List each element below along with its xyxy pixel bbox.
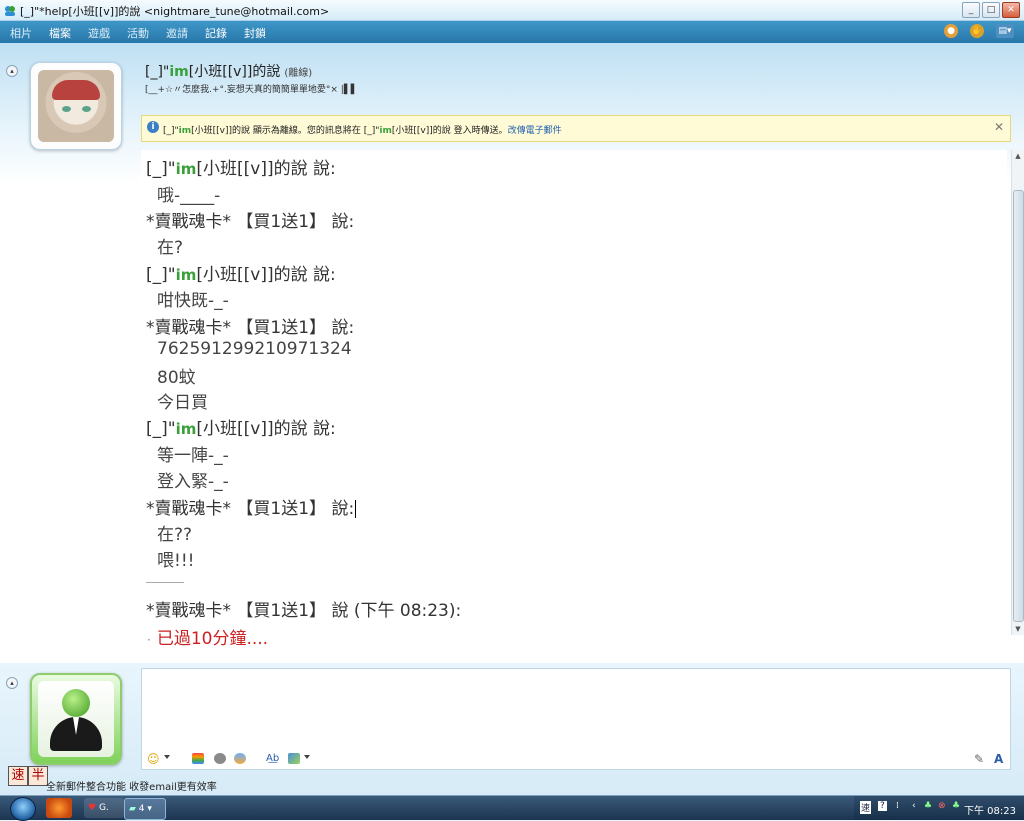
text-mode-icon[interactable]: A (994, 752, 1003, 766)
sender-header: *賣戰魂卡* 【買1送1】 說: (146, 212, 355, 232)
minimize-icon[interactable]: _ (962, 2, 980, 18)
menu-history[interactable]: 記錄 (205, 25, 227, 41)
task-button-1[interactable]: ♥ G. (84, 798, 124, 818)
contact-status: (離線) (284, 68, 313, 79)
title-bar: [_]"*help[小班[[v]]的說 <nightmare_tune@hotm… (0, 0, 1024, 21)
contact-name: [_]"im[小班[[v]]的說 (離線) (145, 64, 313, 80)
my-avatar[interactable] (30, 673, 122, 765)
message-text: 在? (157, 238, 184, 258)
ime-settings-icon[interactable]: ⁞ (896, 801, 899, 811)
message-text: 762591299210971324 (157, 339, 352, 359)
maximize-icon[interactable]: □ (982, 2, 1000, 18)
task-button-messenger[interactable]: ▰ 4 ▾ (124, 798, 166, 820)
compose-toolbar: ☺ A͟b ✎ A (141, 749, 1011, 770)
network-icon[interactable]: ♣ (924, 801, 932, 811)
personal-message: [__+☆〃怎麼我.+°.妄想天真的簡簡單單地愛°× |▌▌ (145, 85, 358, 95)
message-text: 在?? (157, 525, 193, 545)
sender-header: *賣戰魂卡* 【買1送1】 說: (146, 499, 357, 519)
menu-block[interactable]: 封鎖 (244, 25, 266, 41)
message-text: 今日買 (157, 393, 208, 413)
handwriting-icon[interactable]: ✎ (974, 752, 984, 766)
collapse-self-icon[interactable]: ▴ (6, 677, 18, 689)
menu-invite[interactable]: 邀請 (166, 25, 188, 41)
security-icon[interactable]: ⊗ (938, 801, 946, 811)
message-text: 等一陣-_- (157, 446, 229, 466)
elapsed-time-alert: · 已過10分鐘.... (147, 629, 269, 649)
conversation-history[interactable]: [_]"im[小班[[v]]的說 說: 哦-____- *賣戰魂卡* 【買1送1… (141, 150, 1007, 650)
hand-icon[interactable]: ✋ (970, 24, 984, 38)
messenger-tray-icon[interactable]: ♣ (952, 801, 960, 811)
sender-header: [_]"im[小班[[v]]的說 說: (146, 265, 336, 285)
send-email-link[interactable]: 改傳電子郵件 (508, 126, 562, 136)
options-menu-icon[interactable]: ▤▾ (996, 24, 1014, 38)
sender-header-timestamp: *賣戰魂卡* 【買1送1】 說 (下午 08:23): (146, 601, 462, 621)
font-icon[interactable]: A͟b (266, 752, 279, 766)
emoticon-icon[interactable]: ☺ (147, 752, 160, 766)
sender-header: [_]"im[小班[[v]]的說 說: (146, 419, 336, 439)
ime-mode-half[interactable]: 半 (28, 766, 48, 786)
ime-mode-speed[interactable]: 速 (8, 766, 28, 786)
info-icon: i (147, 121, 159, 133)
start-orb-icon[interactable] (10, 797, 36, 821)
close-infobar-icon[interactable]: ✕ (994, 120, 1004, 134)
app-icon (5, 6, 15, 16)
contact-avatar[interactable] (30, 62, 122, 150)
scroll-up-icon[interactable]: ▲ (1012, 150, 1024, 162)
message-text: 80蚊 (157, 368, 196, 388)
help-tray-icon[interactable]: ? (878, 801, 887, 811)
offline-info-bar: i [_]"im[小班[[v]]的說 顯示為離線。您的訊息將在 [_]"im[小… (141, 115, 1011, 142)
conversation-scrollbar[interactable]: ▲ ▼ (1011, 150, 1024, 635)
background-icon[interactable] (192, 753, 204, 764)
message-text: 登入緊-_- (157, 472, 229, 492)
message-input[interactable] (141, 668, 1011, 750)
nudge-icon[interactable] (234, 753, 246, 764)
collapse-contact-icon[interactable]: ▴ (6, 65, 18, 77)
sender-header: [_]"im[小班[[v]]的說 說: (146, 159, 336, 179)
wink-icon[interactable] (214, 753, 226, 764)
menu-activities[interactable]: 活動 (127, 25, 149, 41)
clock[interactable]: 下午 08:23 (964, 802, 1016, 817)
games-icon[interactable]: ● (944, 24, 958, 38)
firefox-task-icon[interactable] (46, 798, 72, 818)
close-icon[interactable]: ✕ (1002, 2, 1020, 18)
scroll-down-icon[interactable]: ▼ (1012, 623, 1024, 635)
message-text: 咁快既-_- (157, 291, 229, 311)
tray-expand-icon[interactable]: ‹ (912, 801, 916, 811)
sender-header: *賣戰魂卡* 【買1送1】 說: (146, 318, 355, 338)
menu-file[interactable]: 檔案 (49, 25, 71, 41)
emoticon-dropdown-icon[interactable] (164, 755, 170, 759)
ime-indicator[interactable]: 速 半 (8, 766, 48, 786)
message-text: 喂!!! (157, 551, 195, 571)
menu-photos[interactable]: 相片 (10, 25, 32, 41)
system-tray: 速 ? ⁞ ‹ ♣ ⊗ ♣ 下午 08:23 (854, 796, 1024, 820)
message-text: 哦-____- (157, 186, 221, 206)
window-title: [_]"*help[小班[[v]]的說 <nightmare_tune@hotm… (20, 5, 330, 18)
menu-bar: 相片 檔案 遊戲 活動 邀請 記錄 封鎖 ● ✋ ▤▾ (0, 21, 1024, 43)
info-text: [_]"im[小班[[v]]的說 顯示為離線。您的訊息將在 [_]"im[小班[… (163, 126, 562, 136)
menu-games[interactable]: 遊戲 (88, 25, 110, 41)
text-cursor (355, 500, 357, 518)
scroll-thumb[interactable] (1013, 190, 1024, 622)
color-icon[interactable] (288, 753, 300, 764)
ime-tray-icon[interactable]: 速 (860, 801, 872, 814)
ad-banner-text[interactable]: 全新郵件整合功能 收發email更有效率 (46, 778, 217, 793)
color-dropdown-icon[interactable] (304, 755, 310, 759)
taskbar: ♥ G. ▰ 4 ▾ 速 ? ⁞ ‹ ♣ ⊗ ♣ 下午 08:23 (0, 795, 1024, 821)
separator (146, 582, 184, 583)
